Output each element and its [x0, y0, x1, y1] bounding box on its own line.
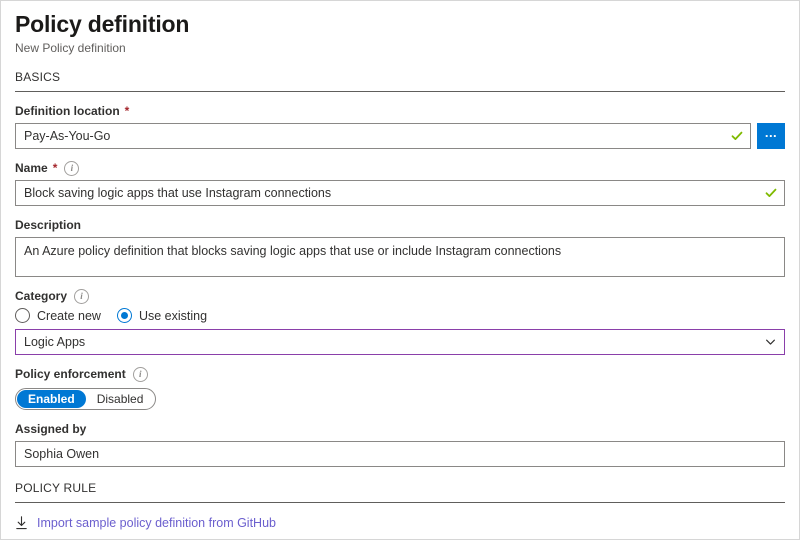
- policy-enforcement-label-text: Policy enforcement: [15, 366, 126, 382]
- assigned-by-value: Sophia Owen: [16, 447, 784, 461]
- assigned-by-input[interactable]: Sophia Owen: [15, 441, 785, 467]
- basics-section: BASICS: [15, 70, 785, 92]
- name-label-text: Name: [15, 160, 48, 176]
- description-input[interactable]: An Azure policy definition that blocks s…: [15, 237, 785, 277]
- basics-section-title: BASICS: [15, 70, 785, 91]
- assigned-by-label-text: Assigned by: [15, 421, 86, 437]
- definition-location-value: Pay-As-You-Go: [16, 129, 750, 143]
- info-icon[interactable]: i: [64, 161, 79, 176]
- policy-enforcement-field: Policy enforcement i Enabled Disabled: [15, 366, 785, 410]
- name-field: Name * i Block saving logic apps that use…: [15, 160, 785, 206]
- description-label: Description: [15, 217, 785, 233]
- category-radio-create-new[interactable]: Create new: [15, 308, 101, 323]
- category-field: Category i Create new Use existing Logic…: [15, 288, 785, 355]
- name-input-row: Block saving logic apps that use Instagr…: [15, 180, 785, 206]
- definition-location-input-row: Pay-As-You-Go ...: [15, 123, 785, 149]
- name-input[interactable]: Block saving logic apps that use Instagr…: [15, 180, 785, 206]
- category-radio-create-new-label: Create new: [37, 309, 101, 323]
- policy-rule-section: POLICY RULE: [15, 481, 785, 503]
- info-icon[interactable]: i: [133, 367, 148, 382]
- category-label: Category i: [15, 288, 785, 304]
- import-sample-policy-link-text: Import sample policy definition from Git…: [37, 516, 276, 530]
- ellipsis-icon: ...: [765, 130, 777, 136]
- policy-enforcement-option-disabled[interactable]: Disabled: [86, 390, 155, 408]
- assigned-by-label: Assigned by: [15, 421, 785, 437]
- radio-unchecked-icon: [15, 308, 30, 323]
- category-select-value: Logic Apps: [16, 335, 111, 349]
- policy-rule-section-title: POLICY RULE: [15, 481, 785, 502]
- description-label-text: Description: [15, 217, 81, 233]
- policy-rule-section-divider: [15, 502, 785, 503]
- definition-location-label-text: Definition location: [15, 103, 120, 119]
- definition-location-required-marker: *: [125, 103, 130, 119]
- policy-enforcement-toggle[interactable]: Enabled Disabled: [15, 388, 156, 410]
- radio-checked-icon: [117, 308, 132, 323]
- page-subtitle: New Policy definition: [15, 40, 785, 56]
- category-radio-use-existing-label: Use existing: [139, 309, 207, 323]
- name-required-marker: *: [53, 160, 58, 176]
- description-field: Description An Azure policy definition t…: [15, 217, 785, 277]
- info-icon[interactable]: i: [74, 289, 89, 304]
- basics-section-divider: [15, 91, 785, 92]
- assigned-by-field: Assigned by Sophia Owen: [15, 421, 785, 467]
- page-title: Policy definition: [15, 10, 785, 38]
- check-icon: [765, 187, 777, 199]
- category-radio-group: Create new Use existing: [15, 308, 785, 323]
- definition-location-field: Definition location * Pay-As-You-Go ...: [15, 103, 785, 149]
- import-sample-policy-link[interactable]: Import sample policy definition from Git…: [15, 516, 276, 530]
- policy-definition-blade: Policy definition New Policy definition …: [0, 0, 800, 540]
- definition-location-label: Definition location *: [15, 103, 785, 119]
- policy-enforcement-label: Policy enforcement i: [15, 366, 785, 382]
- category-select[interactable]: Logic Apps: [15, 329, 785, 355]
- name-value: Block saving logic apps that use Instagr…: [16, 186, 784, 200]
- check-icon: [731, 130, 743, 142]
- category-label-text: Category: [15, 288, 67, 304]
- category-radio-use-existing[interactable]: Use existing: [117, 308, 207, 323]
- chevron-down-icon: [765, 337, 776, 348]
- definition-location-input[interactable]: Pay-As-You-Go: [15, 123, 751, 149]
- browse-definition-location-button[interactable]: ...: [757, 123, 785, 149]
- policy-enforcement-option-enabled[interactable]: Enabled: [17, 390, 86, 408]
- name-label: Name * i: [15, 160, 785, 176]
- download-icon: [15, 516, 28, 530]
